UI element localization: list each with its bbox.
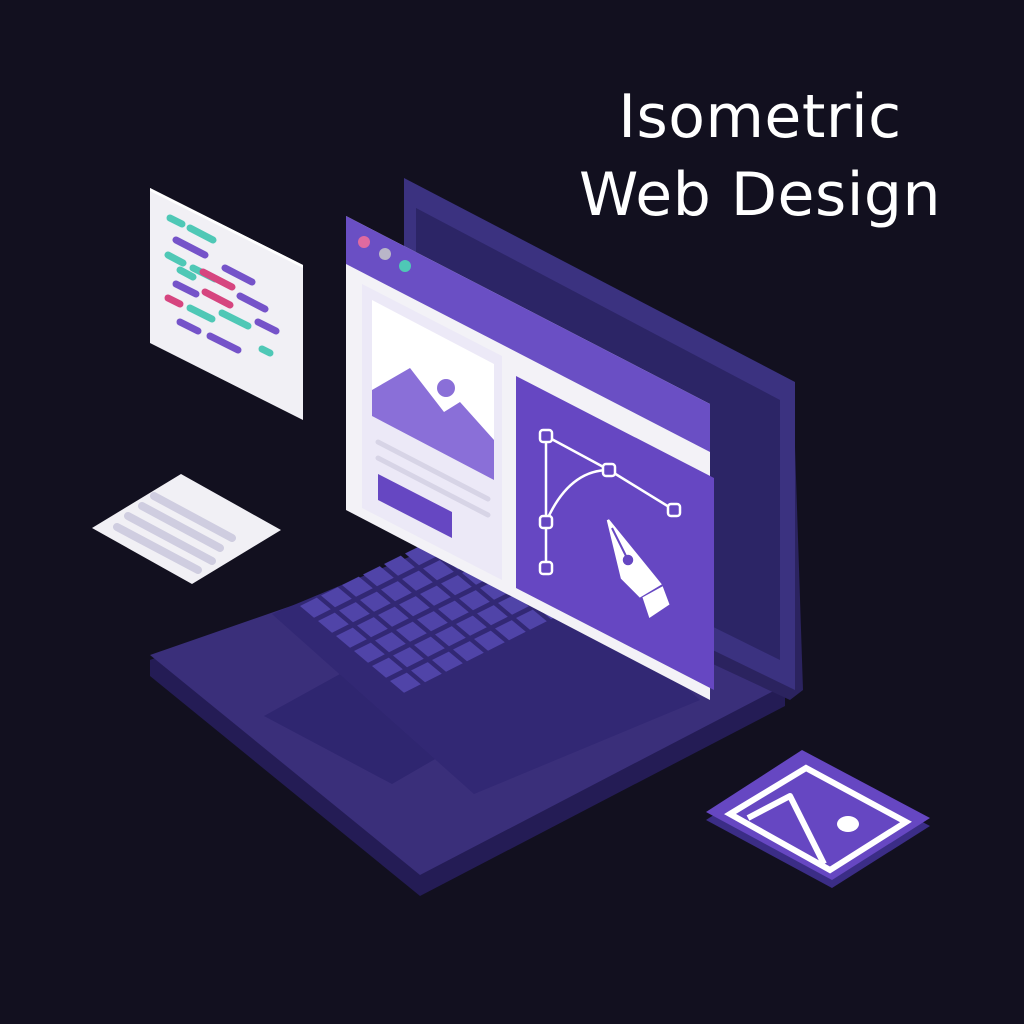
code-card [150,188,303,420]
window-dot-close [358,236,370,248]
text-document-card [92,474,281,584]
image-tile [706,750,930,888]
window-dot-maximize [399,260,411,272]
illustration-stage: Isometric Web Design [0,0,1024,1024]
isometric-laptop-illustration [92,178,930,896]
window-dot-minimize [379,248,391,260]
